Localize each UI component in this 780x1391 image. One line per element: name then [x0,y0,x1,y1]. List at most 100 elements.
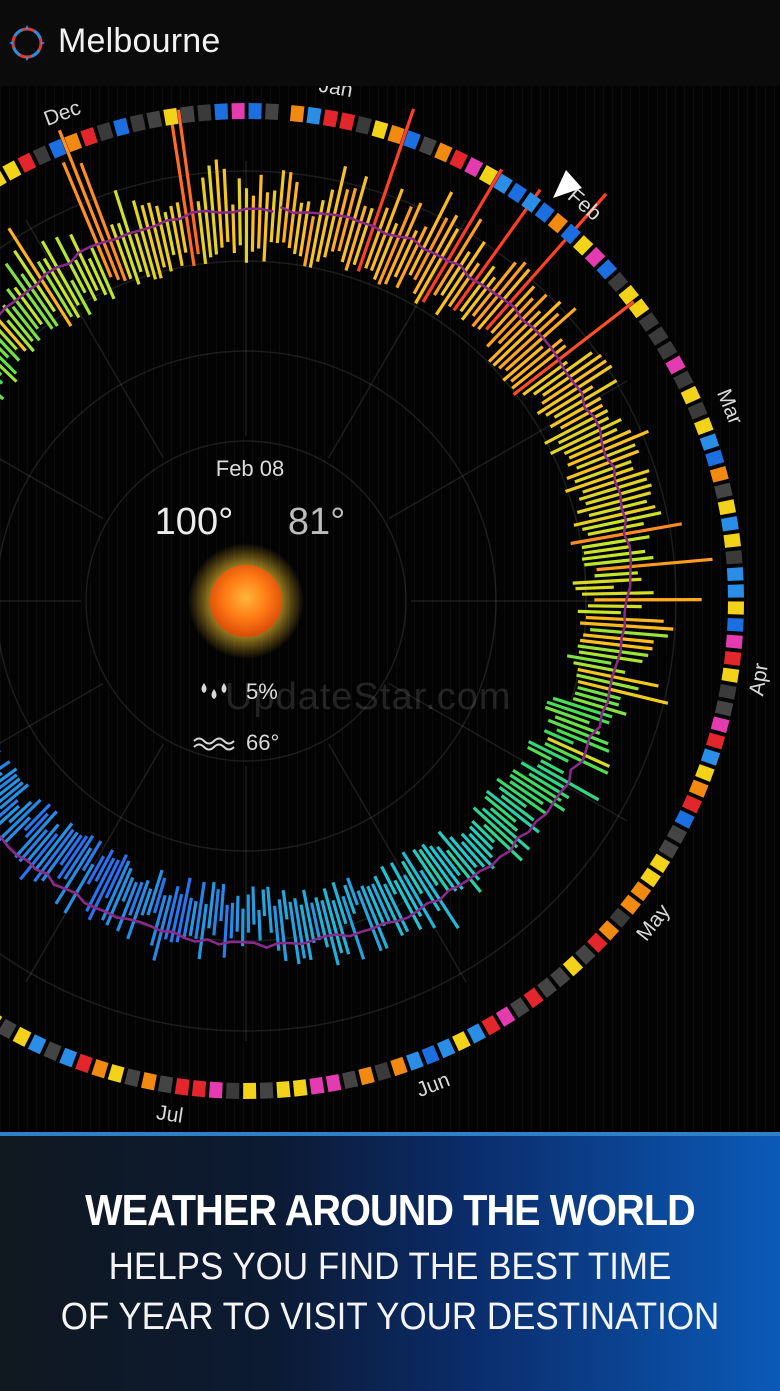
day-weather-cell [728,601,744,614]
day-weather-cell [524,988,544,1009]
day-weather-cell [694,417,714,435]
temperature-bar [259,175,262,249]
day-weather-cell [309,1077,324,1095]
day-weather-cell [573,235,593,256]
day-weather-cell [358,1067,374,1086]
temperature-bar [268,887,272,933]
temperature-bar [578,611,621,612]
day-weather-cell [113,118,130,137]
day-weather-cell [724,651,741,666]
temperature-bar [209,882,214,928]
day-weather-cell [648,326,668,346]
day-weather-cell [452,1031,471,1051]
day-weather-cell [710,466,729,483]
temperature-bar [224,905,227,958]
day-weather-cell [28,1034,47,1054]
day-weather-cell [249,103,262,119]
temperature-bar [576,587,614,588]
day-weather-cell [723,533,740,548]
climate-wheel[interactable]: JanFebMarAprMayJunJulDec Feb 08 100° 81°… [0,86,780,1132]
water-temp-stat: 66° [190,729,279,755]
day-weather-cell [727,567,744,581]
day-weather-cell [17,153,36,173]
day-weather-cell [548,213,568,234]
day-weather-cell [700,433,719,450]
day-weather-cell [13,1027,32,1047]
day-weather-cell [728,584,744,597]
day-weather-cell [326,1074,342,1092]
day-weather-cell [390,1057,407,1076]
climate-wheel-graphic[interactable]: JanFebMarAprMayJunJulDec [0,86,780,1132]
sun-icon [210,565,282,637]
app-header: Melbourne [0,0,780,86]
promo-line-2: HELPS YOU FIND THE BEST TIME [31,1246,749,1289]
day-weather-cell [437,1038,455,1058]
day-weather-cell [599,920,620,940]
day-weather-cell [675,810,695,829]
day-weather-cell [650,854,670,874]
month-label-mar: Mar [712,386,747,428]
day-weather-cell [449,149,468,169]
day-weather-cell [510,997,530,1018]
day-weather-cell [163,108,178,126]
day-weather-cell [535,202,555,223]
temperature-bar [71,235,98,291]
day-weather-cell [130,114,146,132]
day-weather-cell [718,499,736,515]
temperature-bar [548,738,610,766]
day-weather-cell [665,355,685,374]
day-weather-cell [705,450,724,467]
day-weather-cell [608,272,629,292]
day-weather-cell [141,1072,157,1090]
temperature-bar [590,630,668,637]
day-weather-cell [75,1054,93,1073]
temperature-bar [259,910,260,941]
temperature-bar [252,196,253,252]
temperature-bar [582,593,654,595]
temperature-bar [546,387,593,416]
day-weather-cell [0,1019,17,1039]
day-weather-cell [197,104,211,121]
day-weather-cell [339,112,355,130]
day-weather-cell [667,825,687,844]
temperature-bar [473,263,516,316]
day-weather-cell [688,401,708,419]
day-weather-cell [323,109,339,127]
day-weather-cell [214,103,228,120]
day-weather-cell [146,111,162,129]
temperature-bar [237,896,238,932]
day-weather-cell [721,516,739,531]
sun-ring-logo-icon [8,24,46,62]
temperature-bar [283,890,287,919]
day-weather-cell [243,1083,256,1099]
city-title[interactable]: Melbourne [58,22,220,61]
day-weather-cell [209,1082,223,1099]
day-weather-cell [355,116,371,135]
day-weather-cell [695,764,715,782]
high-temp: 100° [155,501,234,543]
temperature-bar [575,693,619,705]
temperature-bar [551,398,601,427]
average-temperature-line [0,207,631,948]
day-weather-cell [59,1048,77,1068]
day-weather-cell [587,932,607,952]
day-weather-cell [80,127,97,146]
day-weather-cell [727,618,744,632]
temperature-bar [580,623,673,629]
temperature-bar [221,884,224,921]
day-weather-cell [192,1080,206,1097]
day-weather-cell [342,1071,358,1089]
day-weather-cell [701,748,720,765]
day-weather-cell [226,1083,239,1099]
temperature-readout: 100° 81° [0,501,500,544]
day-weather-cell [563,956,583,977]
day-weather-cell [718,684,736,700]
temperature-bar [231,903,233,939]
temperature-bar [271,191,275,243]
day-weather-cell [482,1015,501,1035]
month-label-apr: Apr [745,662,773,698]
temperature-bar [224,169,228,242]
temperature-bar [528,747,552,759]
day-weather-cell [706,732,725,749]
day-weather-cell [681,386,701,404]
